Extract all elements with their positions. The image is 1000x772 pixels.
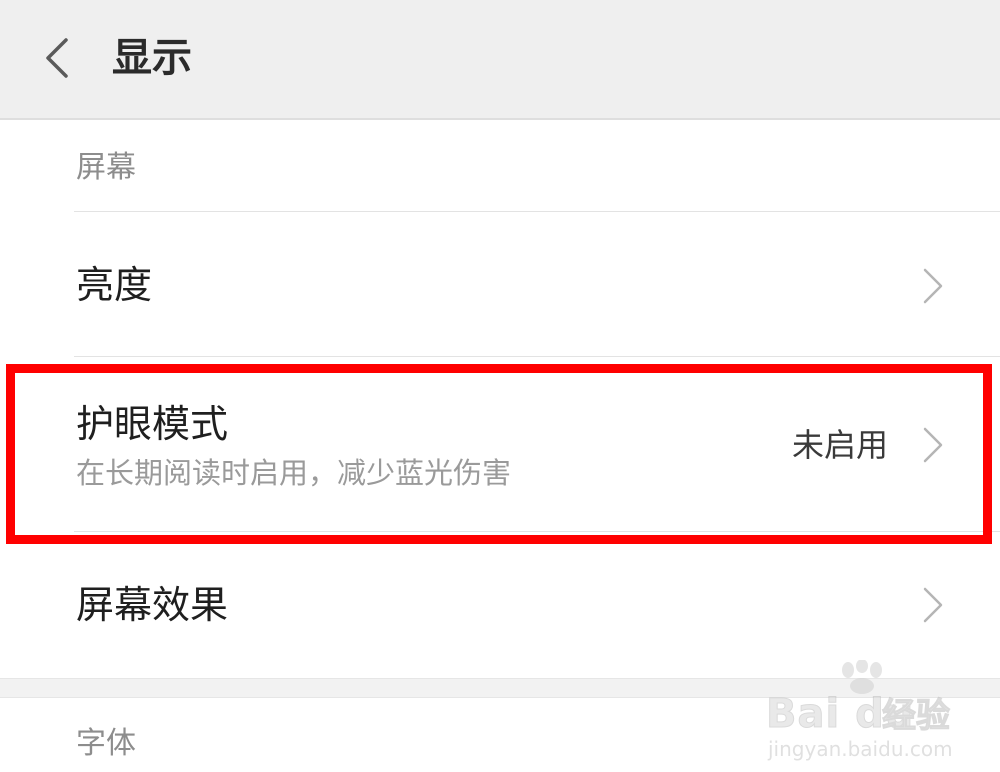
row-title-brightness: 亮度	[76, 263, 153, 307]
section-label-font: 字体	[76, 726, 136, 761]
row-title-screen-effect: 屏幕效果	[76, 583, 229, 627]
chevron-right-icon	[923, 268, 943, 304]
row-subtitle-eye-protection: 在长期阅读时启用，减少蓝光伤害	[76, 456, 512, 490]
back-button[interactable]	[26, 22, 92, 94]
settings-row-brightness[interactable]: 亮度	[0, 212, 1000, 356]
display-settings-screen: 显示 屏幕 亮度 护眼模式 在长期阅读时启用，减少蓝光伤害 未启用 屏幕效果 字…	[0, 0, 1000, 772]
chevron-right-icon	[923, 587, 943, 623]
app-header: 显示	[0, 0, 1000, 120]
paw-icon	[842, 660, 882, 694]
section-label-screen: 屏幕	[76, 150, 136, 185]
page-title: 显示	[112, 35, 192, 81]
chevron-right-icon	[923, 427, 943, 463]
row-value-eye-protection: 未启用	[791, 426, 888, 464]
row-title-eye-protection: 护眼模式	[76, 402, 229, 446]
settings-row-eye-protection[interactable]: 护眼模式 在长期阅读时启用，减少蓝光伤害 未启用	[0, 357, 1000, 531]
watermark-url: jingyan.baidu.com	[768, 737, 953, 761]
baidu-jingyan-watermark: Bai du 经验 jingyan.baidu.com	[765, 660, 988, 761]
watermark-chinese: 经验	[882, 696, 951, 737]
settings-row-screen-effect[interactable]: 屏幕效果	[0, 532, 1000, 678]
chevron-left-icon	[46, 38, 68, 78]
